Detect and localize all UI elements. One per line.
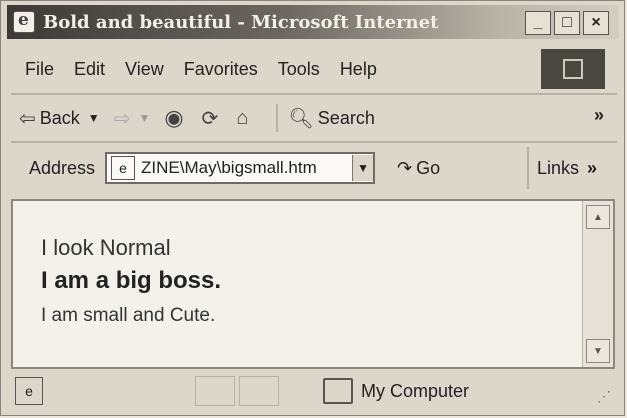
toolbar-more-chevron[interactable]: » bbox=[594, 105, 604, 126]
toolbar-separator bbox=[276, 104, 279, 132]
zone-label: My Computer bbox=[361, 380, 470, 401]
back-dropdown-icon[interactable]: ▼ bbox=[88, 111, 100, 125]
normal-text: I look Normal bbox=[41, 235, 171, 260]
refresh-button[interactable]: ⟳ bbox=[202, 106, 223, 131]
toolbar-separator-bottom bbox=[11, 141, 617, 143]
menu-view[interactable]: View bbox=[125, 59, 164, 80]
windows-throbber bbox=[541, 49, 605, 89]
security-zone: My Computer bbox=[323, 378, 469, 404]
status-bar: e My Computer ⋰ bbox=[11, 373, 617, 409]
small-text: I am small and Cute. bbox=[41, 305, 216, 326]
address-bar: Address e ZINE\May\bigsmall.htm ▼ ↷ Go L… bbox=[29, 147, 619, 189]
status-pane bbox=[239, 376, 279, 406]
back-label: Back bbox=[39, 107, 80, 128]
refresh-icon: ⟳ bbox=[201, 107, 219, 130]
menu-help[interactable]: Help bbox=[340, 59, 377, 80]
menu-separator bbox=[11, 93, 617, 95]
browser-window: Bold and beautiful - Microsoft Internet … bbox=[0, 0, 625, 416]
resize-grip-icon[interactable]: ⋰ bbox=[597, 388, 611, 405]
go-label: Go bbox=[416, 157, 441, 178]
links-button[interactable]: Links » bbox=[527, 147, 597, 189]
standard-toolbar: ⇦ Back ▼ ⇨ ▼ ◉ ⟳ ⌂ 🔍︎ Search bbox=[19, 97, 619, 139]
page-status-icon: e bbox=[15, 377, 43, 405]
page-content: I look Normal I am a big boss. I am smal… bbox=[11, 199, 615, 369]
address-input[interactable]: e ZINE\May\bigsmall.htm ▼ bbox=[105, 152, 376, 184]
links-label: Links bbox=[537, 157, 580, 178]
menu-file[interactable]: File bbox=[25, 59, 54, 80]
scroll-down-icon[interactable]: ▼ bbox=[586, 339, 610, 363]
maximize-button[interactable]: □ bbox=[554, 11, 580, 35]
back-button[interactable]: ⇦ Back ▼ bbox=[19, 106, 100, 131]
page-icon: e bbox=[111, 156, 136, 180]
status-pane bbox=[195, 376, 235, 406]
ie-logo-icon bbox=[13, 10, 35, 33]
windows-flag-icon bbox=[563, 59, 583, 79]
go-button[interactable]: ↷ Go bbox=[397, 158, 440, 179]
window-title: Bold and beautiful - Microsoft Internet bbox=[43, 11, 439, 33]
search-icon: 🔍︎ bbox=[288, 107, 314, 130]
menu-favorites[interactable]: Favorites bbox=[184, 59, 258, 80]
go-arrow-icon: ↷ bbox=[397, 157, 413, 178]
stop-button[interactable]: ◉ bbox=[164, 105, 187, 131]
big-bold-text: I am a big boss. bbox=[41, 267, 222, 294]
address-label: Address bbox=[29, 157, 96, 178]
home-button[interactable]: ⌂ bbox=[236, 107, 252, 130]
forward-button[interactable]: ⇨ ▼ bbox=[114, 106, 151, 131]
forward-arrow-icon: ⇨ bbox=[113, 107, 131, 130]
search-button[interactable]: 🔍︎ Search bbox=[288, 106, 374, 131]
address-dropdown-icon[interactable]: ▼ bbox=[352, 155, 374, 181]
address-value: ZINE\May\bigsmall.htm bbox=[141, 158, 317, 177]
close-button[interactable]: × bbox=[583, 11, 609, 35]
forward-dropdown-icon[interactable]: ▼ bbox=[138, 111, 150, 125]
computer-icon bbox=[323, 378, 353, 404]
search-label: Search bbox=[317, 107, 375, 128]
home-icon: ⌂ bbox=[236, 106, 249, 129]
scroll-up-icon[interactable]: ▲ bbox=[586, 205, 610, 229]
stop-icon: ◉ bbox=[164, 105, 184, 130]
minimize-button[interactable]: _ bbox=[525, 11, 551, 35]
back-arrow-icon: ⇦ bbox=[19, 107, 36, 130]
vertical-scrollbar[interactable]: ▲ ▼ bbox=[582, 201, 613, 367]
links-more-chevron[interactable]: » bbox=[587, 158, 597, 179]
menu-tools[interactable]: Tools bbox=[278, 59, 320, 80]
menu-bar: File Edit View Favorites Tools Help bbox=[25, 47, 525, 91]
menu-edit[interactable]: Edit bbox=[74, 59, 105, 80]
